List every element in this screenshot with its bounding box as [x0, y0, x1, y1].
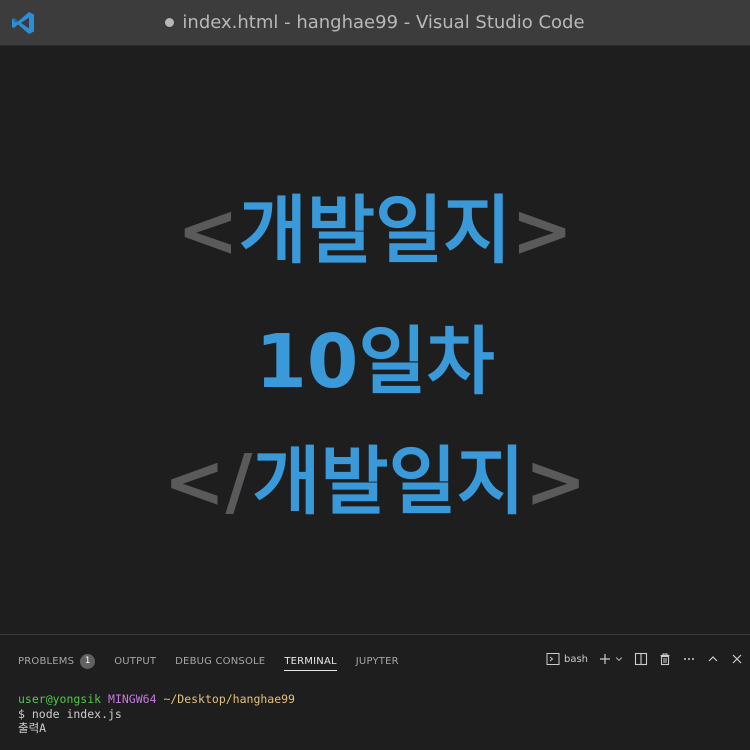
terminal-output[interactable]: user@yongsik MINGW64 ~/Desktop/hanghae99… — [18, 692, 295, 736]
window-title-text: index.html - hanghae99 - Visual Studio C… — [182, 12, 585, 33]
closing-close-bracket: > — [524, 439, 587, 525]
tab-jupyter-label: JUPYTER — [355, 655, 399, 667]
close-icon[interactable] — [730, 652, 744, 666]
closing-tag-text: 개발일지 — [252, 439, 525, 525]
tab-output[interactable]: OUTPUT — [114, 656, 156, 667]
editor-area[interactable]: <개발일지> 10일차 </개발일지> — [0, 46, 750, 634]
editor-line-close-tag: </개발일지> — [0, 422, 750, 529]
tab-problems[interactable]: PROBLEMS 1 — [18, 653, 96, 669]
tab-problems-label: PROBLEMS — [18, 655, 75, 667]
new-terminal-plus-icon[interactable] — [598, 652, 612, 666]
closing-open-bracket: </ — [163, 439, 253, 525]
terminal-prompt-line: user@yongsik MINGW64 ~/Desktop/hanghae99 — [18, 692, 295, 707]
terminal-path: ~/Desktop/hanghae99 — [163, 692, 295, 706]
tab-terminal-label: TERMINAL — [284, 655, 337, 667]
open-bracket: < — [176, 188, 239, 274]
terminal-actions: bash — [546, 650, 744, 668]
tab-debug-console[interactable]: DEBUG CONSOLE — [175, 656, 265, 667]
split-terminal-icon[interactable] — [634, 652, 648, 666]
editor-line-open-tag: <개발일지> — [0, 171, 750, 278]
terminal-host: MINGW64 — [108, 692, 157, 706]
terminal-command-line: $ node index.js — [18, 706, 122, 721]
more-actions-icon[interactable] — [682, 652, 696, 666]
trash-icon[interactable] — [658, 652, 672, 666]
tab-terminal[interactable]: TERMINAL — [284, 655, 337, 671]
problems-count-badge: 1 — [80, 653, 96, 669]
editor-line-day: 10일차 — [0, 302, 750, 409]
terminal-user: user@yongsik — [18, 692, 102, 706]
tag-text: 개발일지 — [238, 188, 512, 274]
panel-tabs: PROBLEMS 1 OUTPUT DEBUG CONSOLE TERMINAL… — [18, 652, 418, 671]
day-text: 10일차 — [255, 319, 495, 405]
bottom-panel: PROBLEMS 1 OUTPUT DEBUG CONSOLE TERMINAL… — [0, 634, 750, 750]
window-title: index.html - hanghae99 - Visual Studio C… — [165, 12, 585, 33]
vscode-logo-icon[interactable] — [10, 10, 36, 36]
terminal-result-line: 출력A — [18, 721, 47, 735]
maximize-panel-chevron-up-icon[interactable] — [706, 652, 720, 666]
tab-debug-console-label: DEBUG CONSOLE — [175, 655, 266, 667]
terminal-icon — [546, 653, 560, 665]
terminal-selector[interactable]: bash — [546, 652, 588, 666]
title-bar: index.html - hanghae99 - Visual Studio C… — [0, 0, 750, 46]
close-bracket: > — [511, 188, 574, 274]
terminal-name: bash — [563, 653, 588, 665]
tab-output-label: OUTPUT — [114, 655, 157, 667]
unsaved-dot-icon — [165, 18, 175, 27]
tab-jupyter[interactable]: JUPYTER — [356, 656, 399, 667]
chevron-down-icon[interactable] — [614, 652, 624, 666]
